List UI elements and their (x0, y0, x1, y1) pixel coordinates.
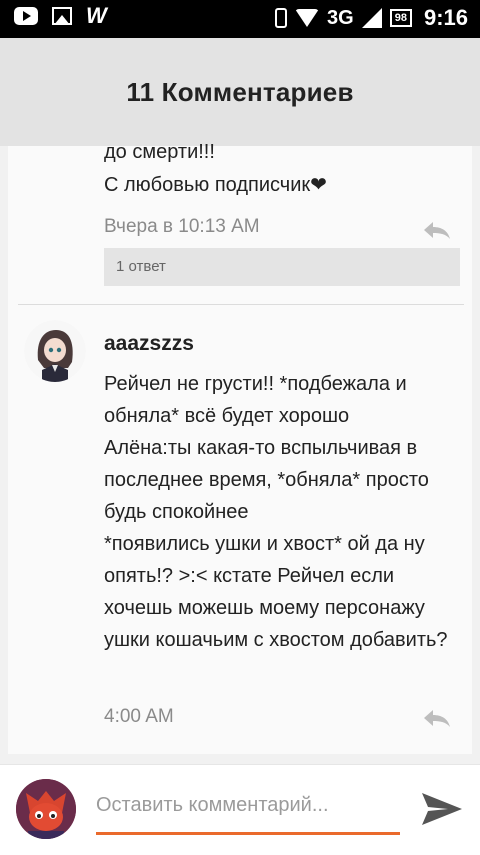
comment-input-wrapper (96, 783, 400, 835)
comment-text: до смерти!!! С любовью подписчик❤ (104, 141, 327, 196)
wattpad-icon: W (86, 3, 107, 28)
user-avatar[interactable] (16, 779, 76, 839)
comments-header: 11 Комментариев (0, 38, 480, 146)
comment-timestamp: Вчера в 10:13 AM (104, 216, 260, 237)
divider (18, 304, 464, 305)
comment-timestamp: 4:00 AM (104, 706, 174, 727)
page-title: 11 Комментариев (126, 76, 354, 107)
send-icon[interactable] (420, 789, 464, 829)
clock: 9:16 (423, 5, 468, 30)
avatar[interactable] (24, 320, 86, 382)
signal-icon (361, 8, 382, 28)
comment-composer (0, 764, 480, 855)
comment-text: Рейчел не грусти!! *подбежала и обняла* … (104, 373, 448, 651)
status-bar: W 3G 98 9:16 (0, 0, 480, 38)
comment-input[interactable] (96, 783, 400, 827)
replies-button[interactable]: 1 ответ (104, 248, 460, 286)
comments-list[interactable]: до смерти!!! С любовью подписчик❤ Вчера … (8, 141, 472, 754)
comment-author[interactable]: aaazszzs (104, 332, 194, 356)
network-type: 3G (327, 6, 354, 29)
reply-icon[interactable] (422, 220, 452, 240)
wifi-icon (295, 9, 320, 27)
battery-icon: 98 (389, 9, 412, 27)
gallery-icon (52, 7, 72, 25)
reply-icon[interactable] (422, 708, 452, 728)
sim-icon (275, 8, 288, 28)
youtube-icon (14, 7, 38, 25)
